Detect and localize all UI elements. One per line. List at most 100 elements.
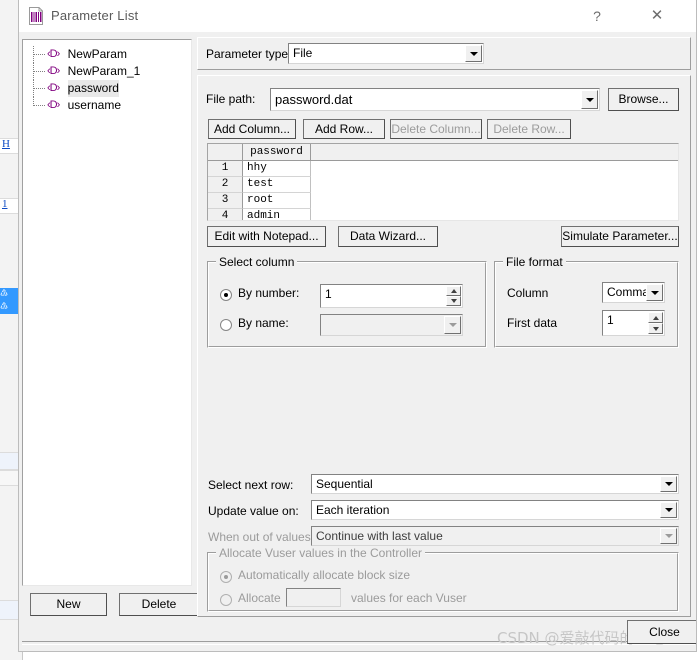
stepper-down-icon[interactable] (648, 323, 663, 334)
tree-item-label: password (67, 80, 119, 97)
when-out-of-values-label: When out of values: (208, 530, 315, 544)
row-number[interactable]: 1 (208, 161, 243, 177)
row-number[interactable]: 2 (208, 177, 243, 193)
grid-empty-header (311, 144, 678, 160)
background-label-1: H (2, 138, 10, 150)
column-separator-select[interactable]: Comma (602, 282, 665, 303)
select-column-title: Select column (216, 255, 298, 269)
table-row[interactable]: 3 root (208, 193, 678, 209)
parameter-type-label: Parameter type: (206, 47, 292, 61)
first-data-label: First data (507, 316, 558, 330)
select-column-group: Select column By number: 1 By name: (207, 255, 487, 348)
tree-item-password[interactable]: ‹D› password (23, 80, 191, 97)
grid-header-row: password (208, 144, 678, 161)
grid-column-header[interactable]: password (243, 144, 311, 160)
stepper-down-icon[interactable] (446, 296, 461, 306)
chevron-down-icon[interactable] (660, 502, 677, 518)
file-path-value: password.dat (275, 92, 353, 107)
parameter-list-dialog: Parameter List ? ✕ ‹D› NewParam ‹D› NewP… (18, 0, 697, 652)
parameter-list-icon (29, 7, 43, 25)
simulate-parameter-button[interactable]: Simulate Parameter... (561, 226, 679, 247)
grid-corner-cell[interactable] (208, 144, 243, 160)
table-row[interactable]: 4 admin (208, 209, 678, 220)
tree-line (33, 54, 45, 55)
stepper-up-icon[interactable] (648, 312, 663, 323)
parameter-type-panel: Parameter type: File (197, 37, 691, 70)
tree-item-newparam-1[interactable]: ‹D› NewParam_1 (23, 63, 191, 80)
parameter-details-area: Parameter type: File File path: password… (197, 37, 691, 617)
column-label: Column (507, 286, 549, 300)
first-data-stepper[interactable] (648, 312, 663, 334)
manual-allocate-radio (220, 594, 232, 606)
by-number-radio[interactable] (220, 289, 232, 301)
auto-allocate-radio (220, 571, 232, 583)
update-value-on-label: Update value on: (208, 504, 299, 518)
delete-column-button: Delete Column... (390, 119, 482, 139)
tree-item-label: username (67, 98, 121, 112)
parameter-type-select[interactable]: File (288, 43, 484, 64)
allocate-amount-input (286, 588, 341, 607)
close-window-button[interactable]: ✕ (634, 0, 680, 32)
allocate-group-title: Allocate Vuser values in the Controller (216, 546, 425, 560)
parameter-tree[interactable]: ‹D› NewParam ‹D› NewParam_1 ‹D› password… (22, 39, 192, 586)
update-value-on-select[interactable]: Each iteration (311, 500, 679, 520)
by-name-select (320, 314, 463, 336)
update-value-on-value: Each iteration (316, 503, 390, 517)
tree-item-username[interactable]: ‹D› username (23, 97, 191, 114)
background-label-2: 1 (2, 198, 8, 210)
grid-cell[interactable]: root (243, 193, 311, 209)
stepper-up-icon[interactable] (446, 286, 461, 296)
file-path-label: File path: (206, 92, 256, 106)
allocate-vuser-values-group: Allocate Vuser values in the Controller … (207, 546, 679, 612)
parameter-type-value: File (293, 46, 313, 60)
when-out-of-values-value: Continue with last value (316, 529, 443, 543)
manual-allocate-label: Allocate (238, 591, 281, 605)
chevron-down-icon (444, 316, 461, 334)
by-name-radio[interactable] (220, 319, 232, 331)
tree-item-newparam[interactable]: ‹D› NewParam (23, 46, 191, 63)
grid-cell[interactable]: hhy (243, 161, 311, 177)
row-number[interactable]: 3 (208, 193, 243, 209)
grid-cell[interactable]: admin (243, 209, 311, 220)
chevron-down-icon[interactable] (660, 476, 677, 492)
first-data-input[interactable]: 1 (602, 310, 665, 336)
column-separator-value: Comma (607, 285, 650, 299)
by-number-label: By number: (238, 286, 300, 300)
edit-with-notepad-button[interactable]: Edit with Notepad... (207, 226, 326, 247)
window-title: Parameter List (51, 8, 139, 23)
delete-row-button: Delete Row... (487, 119, 571, 139)
row-number[interactable]: 4 (208, 209, 243, 220)
parameter-data-grid[interactable]: password 1 hhy 2 test 3 root 4 admin (207, 143, 679, 221)
file-path-input[interactable]: password.dat (270, 88, 600, 111)
close-button[interactable]: Close (627, 620, 696, 644)
by-number-input[interactable]: 1 (320, 284, 463, 308)
delete-button[interactable]: Delete (119, 593, 199, 616)
chevron-down-icon[interactable] (646, 284, 663, 301)
chevron-down-icon[interactable] (465, 45, 482, 62)
select-next-row-label: Select next row: (208, 478, 294, 492)
select-next-row-select[interactable]: Sequential (311, 474, 679, 494)
table-row[interactable]: 2 test (208, 177, 678, 193)
tree-item-label: NewParam (67, 47, 127, 61)
auto-allocate-label: Automatically allocate block size (238, 568, 411, 582)
parameter-icon: ‹D› (47, 65, 60, 77)
by-name-label: By name: (238, 316, 289, 330)
add-column-button[interactable]: Add Column... (208, 119, 296, 139)
data-wizard-button[interactable]: Data Wizard... (338, 226, 438, 247)
grid-cell[interactable]: test (243, 177, 311, 193)
chevron-down-icon[interactable] (581, 90, 598, 109)
by-number-stepper[interactable] (446, 286, 461, 306)
tree-line (33, 105, 45, 106)
dialog-client-area: ‹D› NewParam ‹D› NewParam_1 ‹D› password… (19, 32, 696, 651)
first-data-value: 1 (607, 313, 614, 327)
tree-line (33, 71, 45, 72)
file-parameter-panel: File path: password.dat Browse... Add Co… (197, 75, 691, 617)
table-row[interactable]: 1 hhy (208, 161, 678, 177)
add-row-button[interactable]: Add Row... (303, 119, 385, 139)
help-button[interactable]: ? (574, 0, 620, 32)
new-button[interactable]: New (30, 593, 107, 616)
title-bar: Parameter List ? ✕ (19, 0, 696, 32)
parameter-icon: ‹D› (47, 48, 60, 60)
file-format-group: File format Column Comma First data 1 (494, 255, 679, 348)
browse-button[interactable]: Browse... (608, 88, 679, 111)
